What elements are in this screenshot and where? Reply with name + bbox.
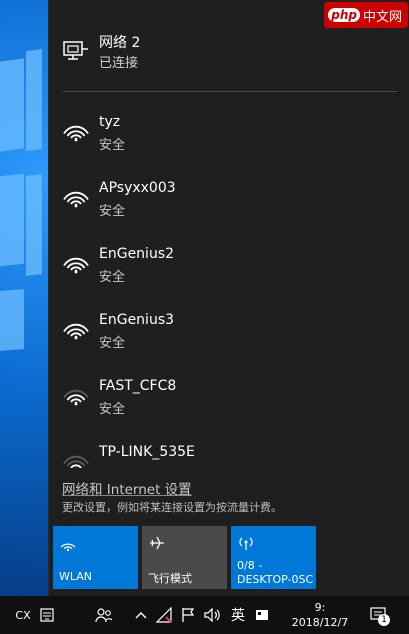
notification-count-badge: 1: [378, 614, 390, 626]
wifi-security: 安全: [99, 402, 126, 417]
windows-logo-pane: [0, 173, 24, 267]
taskbar: CX 英 9: 2018/12/7 1: [0, 596, 409, 634]
wifi-signal-arc: [70, 266, 82, 271]
keyboard-icon[interactable]: [36, 596, 58, 634]
section-divider: [63, 91, 397, 92]
wifi-network-item[interactable]: TP-LINK_535E: [49, 434, 409, 468]
ethernet-pc-icon: [63, 41, 88, 60]
ime-mode-indicator[interactable]: 英: [228, 596, 248, 634]
wifi-ssid: TP-LINK_535E: [99, 444, 195, 460]
clock-time: 9:: [314, 601, 326, 614]
wifi-network-item[interactable]: EnGenius3 安全: [49, 302, 409, 362]
wifi-signal-icon: [63, 389, 89, 406]
hotspot-tile-line2: DESKTOP-0SC: [237, 573, 314, 586]
wifi-ssid: tyz: [99, 114, 121, 130]
php-logo: php: [328, 8, 360, 22]
airplane-tile-label: 飞行模式: [148, 572, 192, 585]
language-indicator[interactable]: CX: [12, 596, 34, 634]
wired-network-name: 网络 2: [99, 35, 141, 51]
wifi-icon: [60, 543, 76, 552]
wifi-signal-icon: [63, 191, 89, 208]
windows-logo-pane: [0, 58, 24, 152]
airplane-mode-tile[interactable]: 飞行模式: [142, 526, 227, 589]
clock[interactable]: 9: 2018/12/7: [284, 596, 356, 634]
network-tray-icon[interactable]: [154, 596, 174, 634]
hotspot-tile-line1: 0/8 -: [237, 559, 263, 572]
wifi-signal-dot: [74, 336, 78, 340]
wifi-signal-dot: [74, 402, 78, 406]
wired-network-status: 已连接: [99, 56, 139, 71]
wifi-security: 安全: [99, 138, 126, 153]
wifi-signal-icon: [63, 257, 89, 274]
wifi-network-list[interactable]: tyz 安全 APsyxx003 安全 EnGenius2 安全 EnGeniu…: [49, 104, 409, 468]
wifi-signal-dot: [74, 204, 78, 208]
wifi-signal-icon: [63, 455, 89, 468]
wifi-signal-dot: [74, 138, 78, 142]
quick-action-tiles: WLAN 飞行模式 0/8 - DESKTOP-0SC: [53, 526, 409, 590]
wifi-signal-arc: [70, 398, 82, 403]
wlan-tile-label: WLAN: [59, 570, 93, 583]
wifi-ssid: EnGenius2: [99, 246, 175, 262]
flag-icon[interactable]: [178, 596, 198, 634]
action-center-button[interactable]: 1: [366, 596, 392, 634]
wifi-signal-arc: [63, 191, 89, 201]
network-settings-link[interactable]: 网络和 Internet 设置: [62, 478, 192, 498]
wifi-signal-arc: [63, 125, 89, 135]
wifi-signal-icon: [63, 323, 89, 340]
windows-logo-pane: [26, 48, 42, 152]
wifi-signal-icon: [63, 125, 89, 142]
windows-logo-pane: [26, 174, 42, 276]
clock-date: 2018/12/7: [291, 616, 349, 629]
badge-text: 中文网: [362, 9, 402, 25]
people-icon[interactable]: [92, 596, 116, 634]
ime-options-icon[interactable]: [252, 596, 272, 634]
hotspot-icon: [239, 537, 253, 550]
wifi-signal-arc: [70, 200, 82, 205]
chevron-up-icon[interactable]: [132, 596, 150, 634]
wifi-network-item[interactable]: EnGenius2 安全: [49, 236, 409, 296]
wifi-signal-arc: [63, 323, 89, 333]
wifi-security: 安全: [99, 204, 126, 219]
windows-logo-pane: [0, 289, 24, 351]
wifi-network-item[interactable]: FAST_CFC8 安全: [49, 368, 409, 428]
wifi-network-item[interactable]: tyz 安全: [49, 104, 409, 164]
wifi-signal-arc: [70, 332, 82, 337]
wifi-network-item[interactable]: APsyxx003 安全: [49, 170, 409, 230]
wired-network-item[interactable]: 网络 2 已连接: [49, 24, 409, 80]
wlan-toggle-tile[interactable]: WLAN: [53, 526, 138, 589]
wifi-signal-arc: [70, 134, 82, 139]
wifi-ssid: EnGenius3: [99, 312, 175, 328]
wifi-security: 安全: [99, 270, 126, 285]
mobile-hotspot-tile[interactable]: 0/8 - DESKTOP-0SC: [231, 526, 316, 589]
wifi-signal-dot: [74, 270, 78, 274]
network-settings-description: 更改设置，例如将某连接设置为按流量计费。: [62, 501, 282, 514]
network-flyout: php 中文网 网络 2 已连接 tyz 安全 APsyxx003 安全 EnG…: [48, 0, 409, 596]
wifi-signal-arc: [70, 464, 82, 468]
wifi-signal-arc: [63, 257, 89, 267]
airplane-icon: [150, 536, 164, 550]
wifi-signal-arc: [63, 455, 89, 465]
wifi-ssid: FAST_CFC8: [99, 378, 177, 394]
wifi-signal-arc: [63, 389, 89, 399]
wifi-ssid: APsyxx003: [99, 180, 176, 196]
volume-icon[interactable]: [202, 596, 224, 634]
wifi-security: 安全: [99, 336, 126, 351]
